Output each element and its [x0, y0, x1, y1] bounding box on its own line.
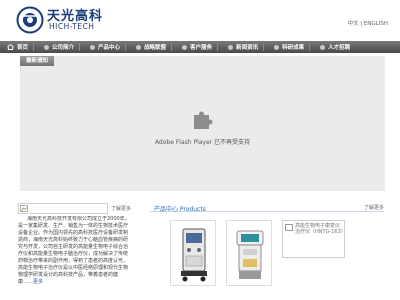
bullet-icon: [182, 44, 188, 50]
product-card-3[interactable]: 高能生物电子康复仪治疗仪（HNTG-163）: [282, 220, 346, 258]
nav-label-alliance: 战略联盟: [144, 45, 167, 51]
nav-divider: [263, 43, 265, 51]
nav-item-news[interactable]: 新闻资讯: [223, 41, 269, 53]
products-more-link[interactable]: 了解更多: [364, 204, 384, 211]
nav-divider: [309, 43, 311, 51]
about-section: 了解更多 海南天光高科技开发有限公司成立于2000年，是一家集研发、生产、销售为…: [18, 203, 131, 298]
about-text: 海南天光高科技开发有限公司成立于2000年，是一家集研发、生产、销售为一体的生物…: [18, 216, 130, 285]
product-card-1[interactable]: [170, 220, 216, 286]
nav-divider: [79, 43, 81, 51]
lang-separator: |: [360, 21, 363, 27]
nav-item-about[interactable]: 公司简介: [39, 41, 85, 53]
about-header-image: [18, 203, 108, 214]
flash-unsupported-message: Adobe Flash Player 已不再受支持: [154, 139, 251, 146]
products-section: 产品中心 Products 了解更多 高能生物电子康复仪治疗仪（HNTG-163…: [150, 202, 384, 298]
bullet-icon: [228, 44, 234, 50]
nav-label-home: 首页: [17, 45, 29, 51]
lang-english-link[interactable]: ENGLISH: [364, 21, 388, 27]
nav-label-about: 公司简介: [52, 45, 75, 51]
nav-divider: [33, 43, 35, 51]
logo-text-en: HICH-TECH: [49, 22, 95, 31]
flash-plugin-placeholder[interactable]: Adobe Flash Player 已不再受支持: [20, 56, 385, 191]
bullet-icon: [274, 44, 280, 50]
nav-label-products: 产品中心: [98, 45, 121, 51]
product-image-1: [181, 228, 207, 282]
nav-item-service[interactable]: 客户服务: [177, 41, 223, 53]
nav-label-service: 客户服务: [190, 45, 213, 51]
products-header: 产品中心 Products 了解更多: [150, 202, 384, 213]
bullet-icon: [44, 44, 50, 50]
nav-item-research[interactable]: 科研成果: [269, 41, 315, 53]
about-description: 海南天光高科技开发有限公司成立于2000年，是一家集研发、生产、销售为一体的生物…: [18, 216, 130, 285]
product-image-2: [236, 230, 264, 279]
about-header: 了解更多: [18, 203, 131, 214]
nav-item-products[interactable]: 产品中心: [85, 41, 131, 53]
nav-divider: [171, 43, 173, 51]
page: 天光高科 HICH-TECH 中文 | ENGLISH 首页 公司简介 产品中心…: [0, 0, 400, 300]
nav-divider: [125, 43, 127, 51]
language-switcher: 中文 | ENGLISH: [347, 19, 388, 27]
bullet-icon: [136, 44, 142, 50]
banner-flash-area: Adobe Flash Player 已不再受支持 最新通知: [20, 56, 385, 191]
lang-chinese-link[interactable]: 中文: [347, 21, 358, 27]
latest-notice-tab[interactable]: 最新通知: [20, 56, 55, 66]
bullet-icon: [90, 44, 96, 50]
logo[interactable]: 天光高科 HICH-TECH: [16, 4, 112, 38]
product-alt-text: 高能生物电子康复仪治疗仪（HNTG-163）: [295, 223, 346, 235]
nav-label-research: 科研成果: [282, 45, 305, 51]
product-card-2[interactable]: [226, 220, 272, 286]
broken-image-icon: [20, 205, 28, 212]
bullet-icon: [320, 44, 326, 50]
logo-icon: [16, 6, 44, 34]
about-read-more-link[interactable]: 更多: [33, 279, 43, 285]
header: 天光高科 HICH-TECH 中文 | ENGLISH: [0, 0, 400, 40]
plugin-puzzle-icon: [194, 111, 213, 129]
nav-item-home[interactable]: 首页: [2, 41, 39, 53]
main-nav: 首页 公司简介 产品中心 战略联盟 客户服务 新闻资讯 科研成果 人才招聘: [0, 41, 400, 53]
nav-label-news: 新闻资讯: [236, 45, 259, 51]
broken-image-icon: [285, 224, 293, 231]
home-icon: [7, 44, 14, 50]
nav-label-careers: 人才招聘: [328, 45, 351, 51]
nav-item-careers[interactable]: 人才招聘: [315, 41, 355, 53]
nav-item-alliance[interactable]: 战略联盟: [131, 41, 177, 53]
products-title: 产品中心 Products: [154, 206, 206, 213]
about-more-link[interactable]: 了解更多: [111, 205, 131, 212]
nav-divider: [217, 43, 219, 51]
